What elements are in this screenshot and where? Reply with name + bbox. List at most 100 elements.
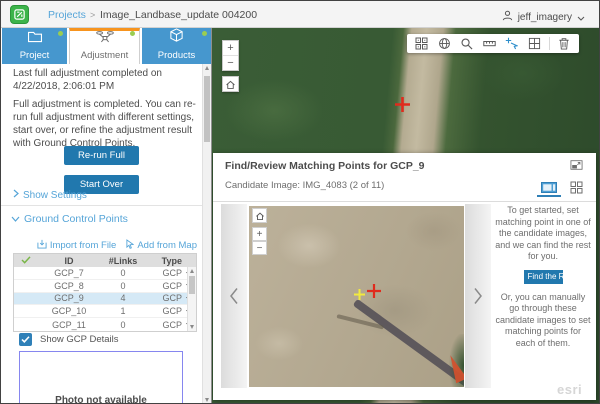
last-adjustment-status: Last full adjustment completed on 4/22/2… [13,67,193,93]
cell-type: GCP [146,320,182,330]
panel-divider [213,201,596,202]
import-icon [37,239,47,252]
user-name: jeff_imagery [518,12,572,23]
viewer-zoom-in-button[interactable]: + [252,227,267,241]
matching-instructions: To get started, set matching point in on… [495,205,591,349]
top-bar: Projects > Image_Landbase_update 004200 … [1,1,599,28]
dock-panel-icon[interactable] [569,158,584,172]
zoom-out-button[interactable]: − [223,56,238,70]
show-settings-label: Show Settings [23,190,87,201]
import-from-file-link[interactable]: Import from File [37,239,117,252]
next-candidate-button[interactable] [465,204,491,388]
ortho-maker-logo-icon [10,5,29,24]
measure-icon[interactable] [481,36,497,52]
image-collection-icon[interactable] [526,36,542,52]
single-view-toggle-active[interactable] [537,178,561,197]
col-header-links: #Links [100,256,146,266]
left-panel: Project Adjustment Products Last full ad… [1,28,212,404]
breadcrumb-projects-link[interactable]: Projects [48,9,86,21]
check-icon [14,256,38,266]
table-scrollbar[interactable] [187,267,196,331]
cell-type: GCP [146,293,182,303]
section-divider [1,205,202,206]
map-toolbar [407,34,579,53]
breadcrumb-separator: > [90,10,95,20]
tab-adjustment-label: Adjustment [81,50,129,61]
cell-type: GCP [146,268,182,278]
gcp-section-toggle[interactable]: Ground Control Points [11,213,128,225]
find-the-rest-button[interactable]: Find the Rest [524,270,563,284]
scroll-up-icon[interactable] [188,267,196,275]
left-panel-scrollbar-thumb[interactable] [204,76,210,142]
show-gcp-details-checkbox-row[interactable]: Show GCP Details [19,333,119,346]
apps-grid-icon[interactable] [414,36,430,52]
delete-icon[interactable] [556,36,572,52]
cell-type: GCP [146,281,182,291]
tab-products-label: Products [158,50,196,61]
candidate-image-viewer[interactable]: + − [249,206,464,387]
chevron-right-icon [13,189,19,201]
show-gcp-details-label: Show GCP Details [40,334,119,345]
grid-view-toggle[interactable] [564,178,588,197]
search-icon[interactable] [459,36,475,52]
cell-id: GCP_11 [38,320,100,330]
matching-panel-title: Find/Review Matching Points for GCP_9 [225,160,425,172]
cell-id: GCP_8 [38,281,100,291]
gcp-table-header: ID #Links Type [14,254,196,267]
table-row-gcp11[interactable]: GCP_11 0 GCP [14,318,196,331]
viewer-home-button[interactable] [252,208,267,223]
home-extent-button[interactable] [222,76,239,92]
col-header-type: Type [146,256,182,266]
matching-point-yellow-cross[interactable] [353,288,366,306]
toolbar-separator [549,37,550,50]
previous-candidate-button[interactable] [221,204,247,388]
cell-id: GCP_10 [38,306,100,316]
cell-links: 0 [100,281,146,291]
cell-links: 4 [100,293,146,303]
cell-links: 1 [100,306,146,316]
add-from-map-link[interactable]: Add from Map [126,239,197,252]
basemap-globe-icon[interactable] [436,36,452,52]
cell-type: GCP [146,306,182,316]
tab-project-status-dot [58,31,63,36]
user-icon [502,8,513,26]
gcp-marker-red-cross[interactable] [366,283,382,304]
gcp-section-label: Ground Control Points [24,213,128,225]
instruction-secondary: Or, you can manually go through these ca… [495,292,590,348]
chevron-down-icon [11,213,20,225]
show-settings-toggle[interactable]: Show Settings [13,189,87,201]
drone-icon [96,30,114,48]
cube-icon [169,28,184,48]
gcp-table: ID #Links Type GCP_7 0 GCP GCP_8 0 GCP G… [13,253,197,332]
photo-not-available-label: Photo not available [20,395,182,404]
rerun-full-button[interactable]: Re-run Full [64,146,139,165]
cell-id: GCP_7 [38,268,100,278]
esri-watermark: esri [557,382,582,397]
tab-products[interactable]: Products [142,28,211,64]
adjustment-description: Full adjustment is completed. You can re… [13,98,196,150]
scroll-up-icon[interactable] [203,64,211,72]
viewer-zoom-out-button[interactable]: − [252,241,267,255]
cell-id: GCP_9 [38,293,100,303]
scroll-down-icon[interactable] [188,323,196,331]
scroll-down-icon[interactable] [203,396,211,404]
cursor-icon [126,239,134,252]
gcp-actions: Import from File Add from Map [13,239,197,252]
gcp-marker-red-cross[interactable] [394,96,411,118]
col-header-id: ID [38,256,100,266]
user-menu[interactable]: jeff_imagery [502,8,585,26]
table-row-gcp7[interactable]: GCP_7 0 GCP [14,267,196,280]
gcp-tool-icon-active[interactable] [504,36,520,52]
table-row-gcp10[interactable]: GCP_10 1 GCP [14,305,196,318]
map-zoom-control: + − [222,40,239,71]
zoom-in-button[interactable]: + [223,41,238,56]
import-from-file-label: Import from File [50,240,117,251]
map-canvas[interactable]: + − Find/Review Matching Points for GCP_… [212,28,600,404]
tab-products-status-dot [202,31,207,36]
folder-icon [27,30,43,48]
table-scrollbar-thumb[interactable] [189,276,195,294]
table-row-gcp8[interactable]: GCP_8 0 GCP [14,280,196,293]
table-row-gcp9-selected[interactable]: GCP_9 4 GCP [14,293,196,306]
left-panel-scrollbar[interactable] [202,64,211,404]
checkbox-checked-icon[interactable] [19,333,32,346]
